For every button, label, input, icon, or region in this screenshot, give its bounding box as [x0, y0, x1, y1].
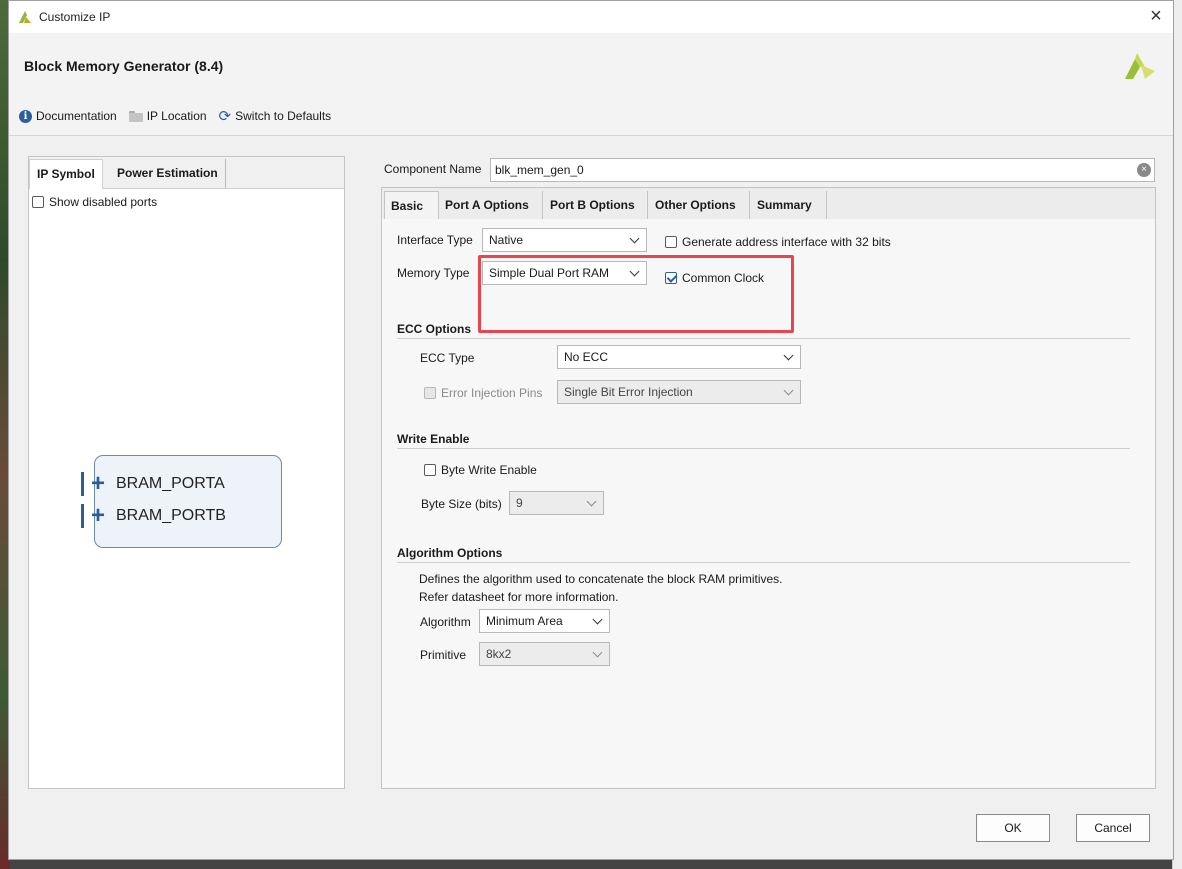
- ip-symbol-block: + BRAM_PORTA + BRAM_PORTB: [81, 455, 282, 548]
- memory-type-label: Memory Type: [397, 266, 470, 280]
- gen-address-32-checkbox[interactable]: Generate address interface with 32 bits: [665, 235, 891, 249]
- show-disabled-ports-label: Show disabled ports: [49, 195, 158, 209]
- ecc-section-title: ECC Options: [397, 322, 471, 336]
- interface-type-select[interactable]: Native: [482, 228, 647, 252]
- tab-other-options[interactable]: Other Options: [649, 191, 750, 219]
- write-enable-section-title: Write Enable: [397, 432, 470, 446]
- algorithm-label: Algorithm: [420, 615, 471, 629]
- common-clock-label: Common Clock: [682, 271, 765, 285]
- chevron-down-icon: [783, 350, 794, 361]
- expand-icon[interactable]: +: [88, 472, 108, 496]
- port-bus-icon: [81, 472, 84, 496]
- info-icon: i: [19, 109, 32, 123]
- vivado-app-icon: [19, 11, 31, 23]
- refresh-icon: ⟳: [218, 107, 232, 125]
- gen-address-32-label: Generate address interface with 32 bits: [682, 235, 891, 249]
- ip-title: Block Memory Generator (8.4): [24, 58, 224, 74]
- ok-button[interactable]: OK: [976, 814, 1050, 842]
- byte-size-label: Byte Size (bits): [421, 497, 502, 511]
- chevron-down-icon: [629, 266, 640, 277]
- xilinx-logo: [1125, 53, 1155, 79]
- chevron-down-icon: [592, 647, 603, 658]
- error-injection-select[interactable]: Single Bit Error Injection: [557, 380, 801, 404]
- error-injection-pins-checkbox[interactable]: Error Injection Pins: [424, 386, 542, 400]
- port-bus-icon: [81, 504, 84, 528]
- ecc-type-label: ECC Type: [420, 351, 475, 365]
- algorithm-description-line2: Refer datasheet for more information.: [419, 590, 619, 604]
- checkbox-box[interactable]: [665, 236, 677, 248]
- close-icon[interactable]: ×: [1145, 6, 1167, 28]
- chevron-down-icon: [592, 614, 603, 625]
- toolbar: i Documentation IP Location ⟳ Switch to …: [19, 107, 332, 125]
- switch-to-defaults-label: Switch to Defaults: [235, 109, 332, 123]
- byte-size-select[interactable]: 9: [509, 491, 604, 515]
- port-name: BRAM_PORTB: [116, 507, 226, 524]
- algorithm-select[interactable]: Minimum Area: [479, 609, 610, 633]
- ip-location-label: IP Location: [146, 109, 207, 123]
- byte-write-enable-label: Byte Write Enable: [441, 463, 537, 477]
- section-divider: [397, 562, 1130, 563]
- ecc-type-select[interactable]: No ECC: [557, 345, 801, 369]
- port-bram-porta[interactable]: + BRAM_PORTA: [81, 472, 225, 496]
- documentation-label: Documentation: [36, 109, 117, 123]
- window-title: Customize IP: [39, 10, 111, 24]
- error-injection-pins-label: Error Injection Pins: [441, 386, 543, 400]
- desktop-background-bottom: [10, 860, 1172, 869]
- algorithm-value: Minimum Area: [486, 614, 563, 628]
- clear-icon[interactable]: ×: [1137, 163, 1151, 177]
- expand-icon[interactable]: +: [88, 504, 108, 528]
- ip-location-button[interactable]: IP Location: [128, 109, 207, 123]
- tab-summary[interactable]: Summary: [751, 191, 827, 219]
- dialog-header: Block Memory Generator (8.4) i Documenta…: [9, 33, 1173, 136]
- ip-symbol-panel: IP Symbol Power Estimation Show disabled…: [28, 156, 345, 789]
- checkbox-box[interactable]: [32, 196, 44, 208]
- memory-type-select[interactable]: Simple Dual Port RAM: [482, 261, 647, 285]
- memory-type-value: Simple Dual Port RAM: [489, 266, 610, 280]
- cancel-button[interactable]: Cancel: [1076, 814, 1150, 842]
- tab-ip-symbol[interactable]: IP Symbol: [29, 159, 103, 189]
- interface-type-value: Native: [489, 233, 524, 247]
- tab-power-estimation[interactable]: Power Estimation: [110, 159, 226, 188]
- right-tab-bar: Basic Port A Options Port B Options Othe…: [382, 188, 1155, 220]
- left-tab-bar: IP Symbol Power Estimation: [29, 157, 344, 189]
- common-clock-checkbox[interactable]: Common Clock: [665, 271, 764, 285]
- component-name-value: blk_mem_gen_0: [495, 163, 584, 177]
- switch-to-defaults-button[interactable]: ⟳ Switch to Defaults: [218, 107, 332, 125]
- ecc-type-value: No ECC: [564, 350, 609, 364]
- interface-type-label: Interface Type: [397, 233, 473, 247]
- tab-port-a-options[interactable]: Port A Options: [439, 191, 543, 219]
- primitive-label: Primitive: [420, 648, 467, 662]
- checkbox-checked[interactable]: [665, 272, 677, 284]
- port-name: BRAM_PORTA: [116, 475, 225, 492]
- port-bram-portb[interactable]: + BRAM_PORTB: [81, 504, 226, 528]
- configuration-panel: Basic Port A Options Port B Options Othe…: [381, 187, 1156, 789]
- chevron-down-icon: [586, 496, 597, 507]
- component-name-label: Component Name: [384, 162, 482, 176]
- component-name-input[interactable]: blk_mem_gen_0 ×: [490, 158, 1155, 182]
- chevron-down-icon: [629, 233, 640, 244]
- byte-write-enable-checkbox[interactable]: Byte Write Enable: [424, 463, 537, 477]
- folder-icon: [128, 110, 143, 122]
- documentation-button[interactable]: i Documentation: [19, 109, 117, 123]
- checkbox-box[interactable]: [424, 464, 436, 476]
- algorithm-description-line1: Defines the algorithm used to concatenat…: [419, 572, 783, 586]
- primitive-select[interactable]: 8kx2: [479, 642, 610, 666]
- tab-port-b-options[interactable]: Port B Options: [544, 191, 648, 219]
- show-disabled-ports-checkbox[interactable]: Show disabled ports: [32, 195, 157, 209]
- error-injection-value: Single Bit Error Injection: [564, 385, 693, 399]
- title-bar: Customize IP ×: [9, 1, 1173, 33]
- checkbox-box[interactable]: [424, 387, 436, 399]
- primitive-value: 8kx2: [486, 647, 512, 661]
- section-divider: [397, 338, 1130, 339]
- customize-ip-dialog: Customize IP × Block Memory Generator (8…: [8, 0, 1174, 860]
- section-divider: [397, 448, 1130, 449]
- basic-tab-content: Interface Type Native Memory Type Simple…: [382, 219, 1155, 788]
- algorithm-section-title: Algorithm Options: [397, 546, 503, 560]
- tab-basic[interactable]: Basic: [384, 191, 439, 220]
- chevron-down-icon: [783, 385, 794, 396]
- byte-size-value: 9: [516, 496, 523, 510]
